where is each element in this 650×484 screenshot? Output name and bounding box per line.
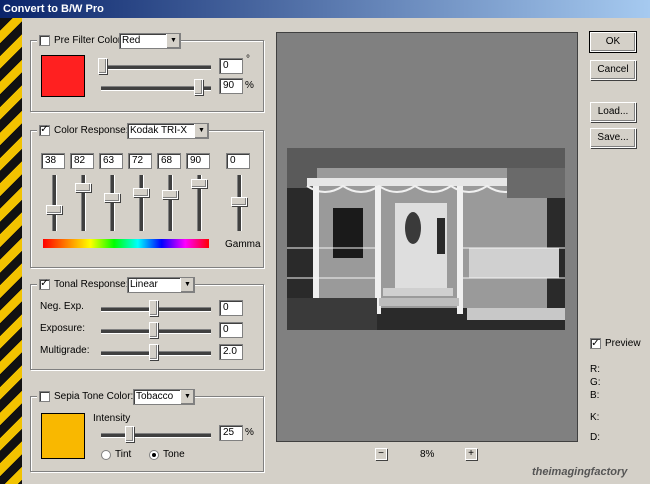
zoom-level: 8% xyxy=(420,449,435,460)
color-response-preset-select[interactable]: Kodak TRI-X ▼ xyxy=(127,123,209,139)
hue-input[interactable]: 0 xyxy=(219,58,243,74)
tonal-response-mode-select[interactable]: Linear ▼ xyxy=(127,277,195,293)
channel-slider-thumb-4[interactable] xyxy=(133,188,149,197)
sepia-color-select[interactable]: Tobacco ▼ xyxy=(133,389,195,405)
channel-slider-thumb-2[interactable] xyxy=(75,183,91,192)
tint-label: Tint xyxy=(115,449,132,460)
channel-slider-track-4[interactable] xyxy=(139,175,144,231)
sepia-tone-group: Sepia Tone Color: Tobacco ▼ Intensity 25… xyxy=(30,388,264,472)
exposure-input[interactable]: 0 xyxy=(219,322,243,338)
strength-unit: % xyxy=(245,80,254,91)
preview-image xyxy=(287,148,565,330)
tone-radio-option[interactable]: Tone xyxy=(149,449,185,460)
imaging-factory-logo: theimagingfactory xyxy=(532,466,628,478)
gamma-slider-thumb[interactable] xyxy=(231,197,247,206)
channel-slider-track-3[interactable] xyxy=(110,175,115,231)
hue-slider-thumb[interactable] xyxy=(98,58,107,74)
channel-slider-track-1[interactable] xyxy=(52,175,57,231)
sepia-color-value: Tobacco xyxy=(136,391,174,402)
load-button[interactable]: Load... xyxy=(590,102,636,122)
tonal-response-checkbox[interactable]: ✓ xyxy=(39,278,50,290)
sepia-tone-label: Sepia Tone Color: xyxy=(54,390,134,402)
channel-slider-thumb-3[interactable] xyxy=(104,193,120,202)
tone-label: Tone xyxy=(163,449,185,460)
channel-slider-track-5[interactable] xyxy=(168,175,173,231)
readout-r: R: xyxy=(590,364,600,375)
channel-input-4[interactable]: 72 xyxy=(128,153,152,169)
tonal-response-legend: ✓ Tonal Response: xyxy=(37,276,131,292)
tone-radio[interactable] xyxy=(149,449,159,460)
multigrade-input[interactable]: 2.0 xyxy=(219,344,243,360)
window-title: Convert to B/W Pro xyxy=(0,0,650,18)
chevron-down-icon: ▼ xyxy=(166,34,180,48)
chevron-down-icon: ▼ xyxy=(180,278,194,292)
neg-exp-label: Neg. Exp. xyxy=(40,301,84,312)
channel-slider-thumb-6[interactable] xyxy=(191,179,207,188)
exposure-slider-thumb[interactable] xyxy=(149,322,158,338)
intensity-input[interactable]: 25 xyxy=(219,425,243,441)
exposure-label: Exposure: xyxy=(40,323,86,334)
cancel-button[interactable]: Cancel xyxy=(590,60,636,80)
channel-input-6[interactable]: 90 xyxy=(186,153,210,169)
pre-filter-label: Pre Filter Color: xyxy=(54,34,125,46)
pre-filter-color-swatch[interactable] xyxy=(41,55,85,97)
sepia-tone-checkbox[interactable] xyxy=(39,390,50,402)
tint-radio-option[interactable]: Tint xyxy=(101,449,131,460)
zoom-out-button[interactable]: − xyxy=(375,448,387,460)
readout-g: G: xyxy=(590,377,601,388)
intensity-unit: % xyxy=(245,427,254,438)
channel-slider-thumb-5[interactable] xyxy=(162,190,178,199)
preview-checkbox[interactable]: ✓ xyxy=(590,338,601,349)
hue-unit: ° xyxy=(246,54,250,65)
strength-slider-thumb[interactable] xyxy=(194,79,203,95)
hazard-stripe-decoration xyxy=(0,18,22,484)
tonal-response-mode-value: Linear xyxy=(130,279,158,290)
preview-label: Preview xyxy=(605,338,641,349)
color-response-preset-value: Kodak TRI-X xyxy=(130,125,188,136)
pre-filter-legend: Pre Filter Color: xyxy=(37,32,127,48)
strength-input[interactable]: 90 xyxy=(219,78,243,94)
readout-k: K: xyxy=(590,412,600,423)
preview-panel xyxy=(276,32,578,442)
pre-filter-color-value: Red xyxy=(122,35,141,46)
zoom-in-button[interactable]: + xyxy=(465,448,477,460)
channel-slider-thumb-1[interactable] xyxy=(46,205,62,214)
multigrade-label: Multigrade: xyxy=(40,345,90,356)
tint-radio[interactable] xyxy=(101,449,111,460)
intensity-label: Intensity xyxy=(93,413,131,424)
intensity-slider-track[interactable] xyxy=(101,433,211,438)
pre-filter-group: Pre Filter Color: Red ▼ 0 ° 90 % xyxy=(30,32,264,112)
gamma-input[interactable]: 0 xyxy=(226,153,250,169)
neg-exp-slider-thumb[interactable] xyxy=(149,300,158,316)
readout-b: B: xyxy=(590,390,600,401)
save-button[interactable]: Save... xyxy=(590,128,636,148)
color-response-checkbox[interactable]: ✓ xyxy=(39,124,50,136)
pre-filter-checkbox[interactable] xyxy=(39,34,50,46)
chevron-down-icon: ▼ xyxy=(180,390,194,404)
readout-d: D: xyxy=(590,432,600,443)
channel-input-2[interactable]: 82 xyxy=(70,153,94,169)
ok-button[interactable]: OK xyxy=(589,31,637,53)
tonal-response-label: Tonal Response: xyxy=(54,278,129,290)
sepia-color-swatch[interactable] xyxy=(41,413,85,459)
gamma-label: Gamma xyxy=(225,239,261,250)
color-response-label: Color Response: xyxy=(54,124,129,136)
color-response-group: ✓ Color Response: Kodak TRI-X ▼ 38 82 63… xyxy=(30,122,264,268)
color-response-legend: ✓ Color Response: xyxy=(37,122,131,138)
channel-input-5[interactable]: 68 xyxy=(157,153,181,169)
channel-input-3[interactable]: 63 xyxy=(99,153,123,169)
multigrade-slider-thumb[interactable] xyxy=(149,344,158,360)
sepia-tone-legend: Sepia Tone Color: xyxy=(37,388,136,404)
intensity-slider-thumb[interactable] xyxy=(125,426,134,442)
hue-slider-track[interactable] xyxy=(101,65,211,70)
tonal-response-group: ✓ Tonal Response: Linear ▼ Neg. Exp. 0 E… xyxy=(30,276,264,370)
spectrum-bar xyxy=(43,239,209,248)
chevron-down-icon: ▼ xyxy=(194,124,208,138)
preview-toggle[interactable]: ✓ Preview xyxy=(590,338,641,349)
neg-exp-input[interactable]: 0 xyxy=(219,300,243,316)
pre-filter-color-select[interactable]: Red ▼ xyxy=(119,33,181,49)
channel-input-1[interactable]: 38 xyxy=(41,153,65,169)
